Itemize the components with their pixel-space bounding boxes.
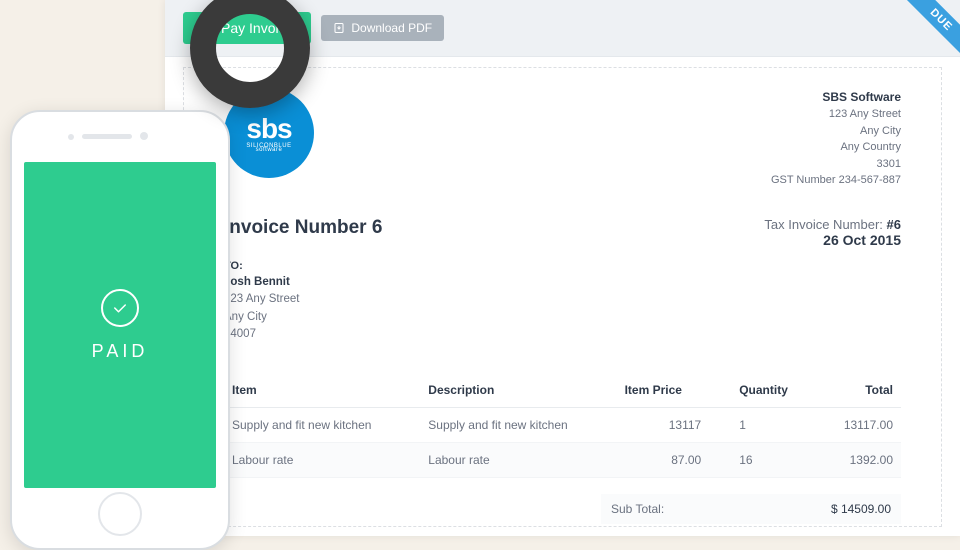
cell-desc: Supply and fit new kitchen: [420, 408, 616, 443]
phone-camera-dot: [140, 132, 148, 140]
cell-price: 13117: [617, 408, 710, 443]
invoice-header: sbs SILICONBLUE software SBS Software 12…: [224, 88, 901, 189]
download-pdf-button[interactable]: Download PDF: [321, 15, 444, 41]
sender-city: Any City: [771, 123, 901, 140]
company-logo: sbs SILICONBLUE software: [224, 88, 314, 178]
table-row: Labour rate Labour rate 87.00 16 1392.00: [224, 443, 901, 478]
subtotal-row: Sub Total: $ 14509.00: [601, 494, 901, 524]
check-icon: [111, 299, 129, 317]
recipient-street: 123 Any Street: [224, 291, 901, 308]
check-circle-icon: [101, 289, 139, 327]
cell-item: Supply and fit new kitchen: [224, 408, 420, 443]
table-row: Supply and fit new kitchen Supply and fi…: [224, 408, 901, 443]
table-header-row: Item Description Item Price Quantity Tot…: [224, 373, 901, 408]
pay-invoice-label: Pay Invoice: [221, 20, 293, 36]
sender-street: 123 Any Street: [771, 106, 901, 123]
tax-info: Tax Invoice Number: #6 26 Oct 2015: [764, 217, 901, 248]
pay-invoice-button[interactable]: Pay Invoice: [183, 12, 311, 44]
col-price: Item Price: [617, 373, 710, 408]
sender-postcode: 3301: [771, 156, 901, 173]
sender-name: SBS Software: [771, 88, 901, 106]
col-total: Total: [819, 373, 901, 408]
line-items-table: Item Description Item Price Quantity Tot…: [224, 373, 901, 478]
recipient-postcode: 34007: [224, 326, 901, 343]
recipient-name: Josh Bennit: [224, 274, 901, 291]
cell-total: 1392.00: [819, 443, 901, 478]
discount-row: Discount (2%): -( $ 290.18 ): [601, 524, 901, 527]
col-qty: Quantity: [709, 373, 818, 408]
tax-number: #6: [887, 217, 901, 232]
tax-label: Tax Invoice Number:: [764, 217, 883, 232]
totals-block: Sub Total: $ 14509.00 Discount (2%): -( …: [601, 494, 901, 527]
phone-screen: PAID: [24, 162, 216, 488]
card-icon: [201, 21, 215, 35]
recipient-city: Any City: [224, 309, 901, 326]
sender-address: SBS Software 123 Any Street Any City Any…: [771, 88, 901, 189]
cell-desc: Labour rate: [420, 443, 616, 478]
cell-price: 87.00: [617, 443, 710, 478]
cell-total: 13117.00: [819, 408, 901, 443]
logo-text: sbs: [246, 113, 291, 145]
invoice-date: 26 Oct 2015: [764, 232, 901, 248]
paid-status: PAID: [92, 341, 149, 362]
toolbar: Pay Invoice Download PDF: [165, 0, 960, 57]
download-pdf-label: Download PDF: [351, 21, 432, 35]
sender-gst: GST Number 234-567-887: [771, 172, 901, 189]
cell-item: Labour rate: [224, 443, 420, 478]
invoice-title: Invoice Number 6: [224, 217, 382, 239]
phone-sensor-dot: [68, 134, 74, 140]
phone-mock: PAID: [10, 110, 230, 550]
col-item: Item: [224, 373, 420, 408]
invoice-title-row: Invoice Number 6 Tax Invoice Number: #6 …: [224, 217, 901, 248]
subtotal-label: Sub Total:: [611, 502, 664, 516]
invoice-panel: Pay Invoice Download PDF DUE sbs SILICON…: [165, 0, 960, 536]
col-description: Description: [420, 373, 616, 408]
cell-qty: 16: [709, 443, 818, 478]
recipient-block: TO: Josh Bennit 123 Any Street Any City …: [224, 258, 901, 344]
subtotal-value: $ 14509.00: [831, 502, 891, 516]
logo-subtag: software: [256, 147, 283, 153]
cell-qty: 1: [709, 408, 818, 443]
download-icon: [333, 22, 345, 34]
recipient-label: TO:: [224, 258, 901, 275]
sender-country: Any Country: [771, 139, 901, 156]
invoice-body: sbs SILICONBLUE software SBS Software 12…: [183, 67, 942, 527]
